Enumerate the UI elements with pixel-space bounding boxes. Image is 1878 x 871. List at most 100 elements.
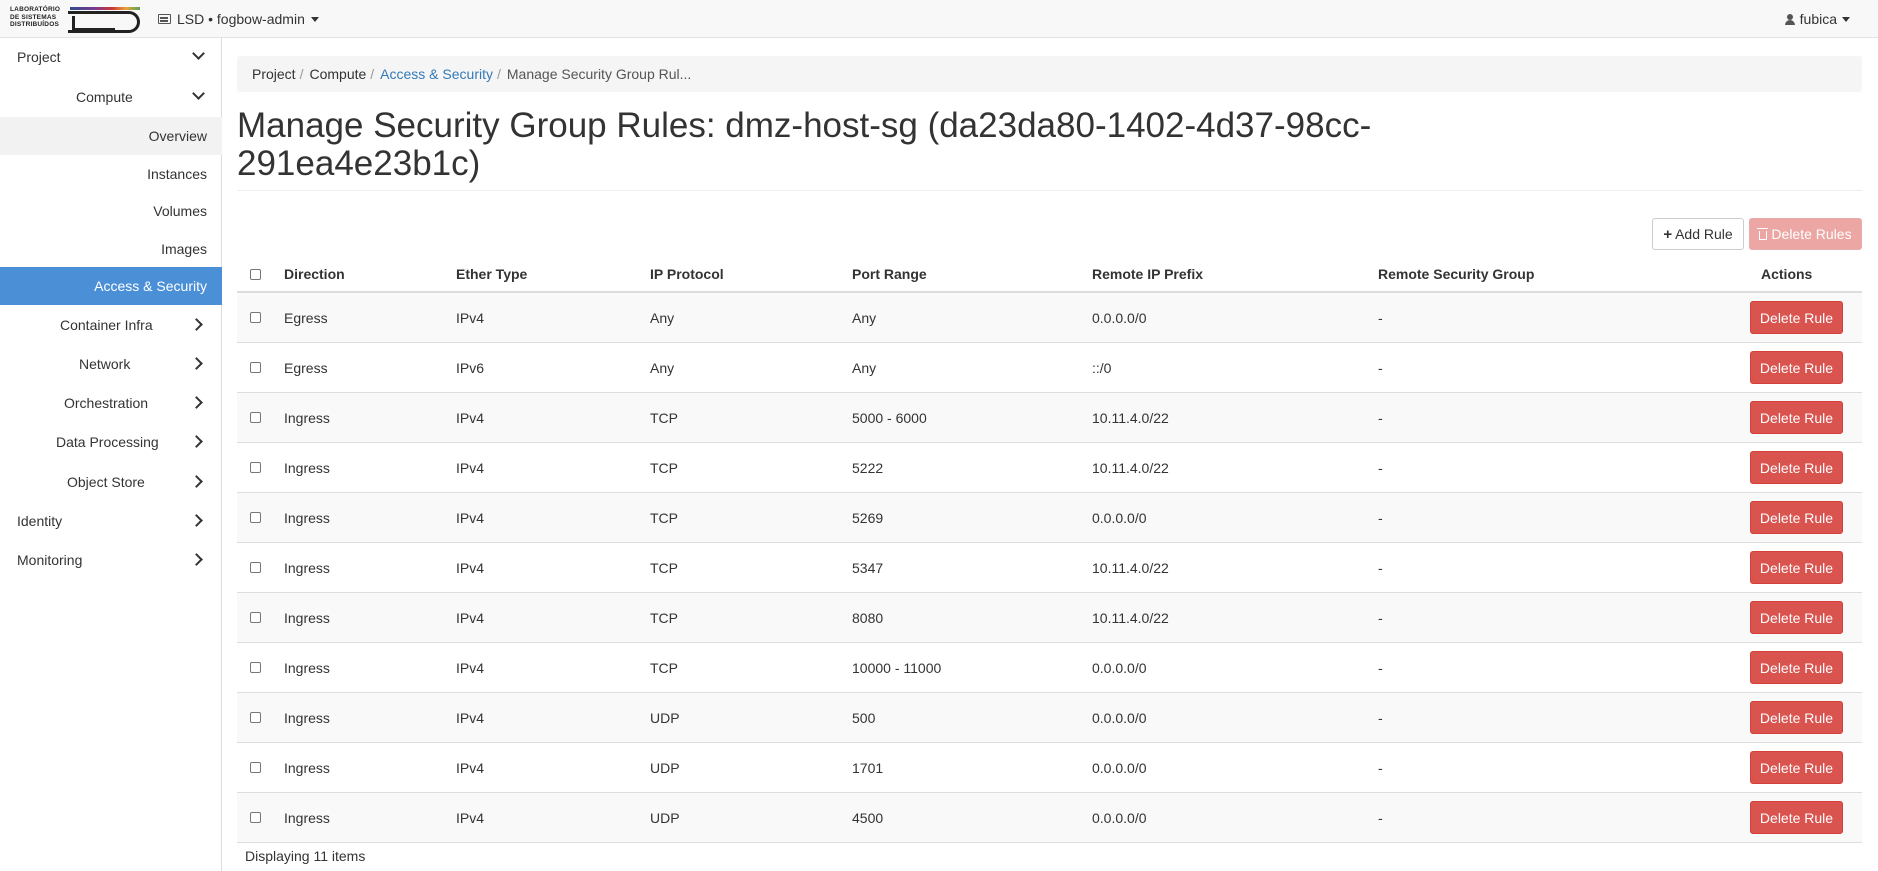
cell-direction: Egress [284,309,328,326]
rules-table: Direction Ether Type IP Protocol Port Ra… [237,257,1862,843]
cell-remote-ip-prefix: 0.0.0.0/0 [1092,509,1147,526]
cell-remote-ip-prefix: 10.11.4.0/22 [1092,559,1169,576]
cell-ip-protocol: Any [650,309,675,326]
col-remote-security-group[interactable]: Remote Security Group [1378,257,1534,291]
cell-port-range: 5269 [852,509,884,526]
row-checkbox[interactable] [250,812,261,823]
col-remote-ip-prefix[interactable]: Remote IP Prefix [1092,257,1203,291]
col-port-range[interactable]: Port Range [852,257,927,291]
caret-down-icon [1842,16,1850,22]
cell-ether-type: IPv4 [456,609,485,626]
delete-rule-button[interactable]: Delete Rule [1750,351,1843,384]
chevron-right-icon [190,318,203,331]
user-name: fubica [1799,11,1837,27]
delete-rule-button[interactable]: Delete Rule [1750,501,1843,534]
cell-remote-ip-prefix: 10.11.4.0/22 [1092,459,1169,476]
cell-ether-type: IPv6 [456,359,485,376]
cell-remote-ip-prefix: ::/0 [1092,359,1112,376]
cell-ether-type: IPv4 [456,659,485,676]
delete-rule-button[interactable]: Delete Rule [1750,751,1843,784]
delete-rule-button[interactable]: Delete Rule [1750,551,1843,584]
delete-rule-button[interactable]: Delete Rule [1750,601,1843,634]
row-checkbox[interactable] [250,562,261,573]
row-checkbox[interactable] [250,612,261,623]
add-rule-button[interactable]: + Add Rule [1652,218,1744,250]
sidebar-item-network[interactable]: Network [0,345,222,383]
sidebar-item-volumes[interactable]: Volumes [0,192,222,230]
delete-rule-button[interactable]: Delete Rule [1750,451,1843,484]
delete-rule-button[interactable]: Delete Rule [1750,401,1843,434]
col-ip-protocol[interactable]: IP Protocol [650,257,724,291]
sidebar-item-data-processing[interactable]: Data Processing [0,423,222,461]
row-checkbox[interactable] [250,662,261,673]
page-title: Manage Security Group Rules: dmz-host-sg… [237,106,1372,183]
sidebar-item-instances[interactable]: Instances [0,155,222,193]
cell-ip-protocol: Any [650,359,675,376]
table-row: Ingress IPv4 TCP 5347 10.11.4.0/22 - Delete Ru… [237,543,1862,593]
col-ether-type[interactable]: Ether Type [456,257,527,291]
sidebar-item-monitoring[interactable]: Monitoring [0,541,222,579]
cell-direction: Ingress [284,709,330,726]
project-selector[interactable]: LSD • fogbow-admin [158,11,319,27]
top-navbar: LABORATÓRIO DE SISTEMAS DISTRIBUÍDOS LSD… [0,0,1878,38]
breadcrumb-project[interactable]: Project [252,66,296,82]
cell-remote-sg: - [1378,809,1383,826]
cell-ether-type: IPv4 [456,309,485,326]
chevron-right-icon [190,357,203,370]
select-all-checkbox[interactable] [250,268,261,280]
sidebar-item-overview[interactable]: Overview [0,117,222,155]
caret-down-icon [310,16,319,22]
sidebar-item-identity[interactable]: Identity [0,502,222,540]
delete-rule-button[interactable]: Delete Rule [1750,701,1843,734]
cell-remote-sg: - [1378,309,1383,326]
row-checkbox[interactable] [250,712,261,723]
col-direction[interactable]: Direction [284,257,345,291]
table-row: Ingress IPv4 TCP 5222 10.11.4.0/22 - Delete Ru… [237,443,1862,493]
chevron-right-icon [190,435,203,448]
table-row: Ingress IPv4 TCP 5269 0.0.0.0/0 - Delete Rule [237,493,1862,543]
logo-text: LABORATÓRIO DE SISTEMAS DISTRIBUÍDOS [10,6,61,28]
delete-rule-button[interactable]: Delete Rule [1750,801,1843,834]
breadcrumb-current: Manage Security Group Rul... [506,66,692,82]
row-checkbox[interactable] [250,312,261,323]
table-row: Ingress IPv4 TCP 5000 - 6000 10.11.4.0/22 - De… [237,393,1862,443]
user-icon [1784,13,1795,25]
cell-port-range: 5222 [852,459,884,476]
cell-remote-ip-prefix: 0.0.0.0/0 [1092,659,1147,676]
row-checkbox[interactable] [250,412,261,423]
breadcrumb-access-security-link[interactable]: Access & Security [380,66,493,82]
cell-remote-ip-prefix: 10.11.4.0/22 [1092,609,1169,626]
cell-remote-ip-prefix: 0.0.0.0/0 [1092,809,1147,826]
items-count: Displaying 11 items [245,848,366,864]
row-checkbox[interactable] [250,512,261,523]
cell-direction: Ingress [284,759,330,776]
delete-rule-button[interactable]: Delete Rule [1750,301,1843,334]
project-selector-label: LSD • fogbow-admin [177,11,305,27]
cell-direction: Ingress [284,809,330,826]
breadcrumb-compute[interactable]: Compute [309,66,366,82]
cell-remote-sg: - [1378,359,1383,376]
cell-direction: Ingress [284,659,330,676]
cell-ip-protocol: TCP [650,459,678,476]
row-checkbox[interactable] [250,462,261,473]
table-row: Ingress IPv4 UDP 500 0.0.0.0/0 - Delete Rule [237,693,1862,743]
sidebar: Project Compute Overview Instances Volum… [0,38,222,871]
delete-rules-button[interactable]: Delete Rules [1749,218,1862,250]
sidebar-item-compute[interactable]: Compute [0,78,222,116]
lsd-logo[interactable]: LABORATÓRIO DE SISTEMAS DISTRIBUÍDOS [10,4,140,34]
sidebar-item-object-store[interactable]: Object Store [0,463,222,501]
sidebar-item-orchestration[interactable]: Orchestration [0,384,222,422]
sidebar-item-images[interactable]: Images [0,230,222,268]
title-divider [237,190,1862,191]
sidebar-item-project[interactable]: Project [0,38,222,76]
delete-rule-button[interactable]: Delete Rule [1750,651,1843,684]
user-menu[interactable]: fubica [1784,11,1850,27]
sidebar-item-access-security[interactable]: Access & Security [0,267,222,305]
sidebar-item-container-infra[interactable]: Container Infra [0,306,222,344]
row-checkbox[interactable] [250,362,261,373]
cell-remote-ip-prefix: 0.0.0.0/0 [1092,759,1147,776]
cell-direction: Ingress [284,459,330,476]
cell-ip-protocol: TCP [650,659,678,676]
cell-ether-type: IPv4 [456,559,485,576]
row-checkbox[interactable] [250,762,261,773]
